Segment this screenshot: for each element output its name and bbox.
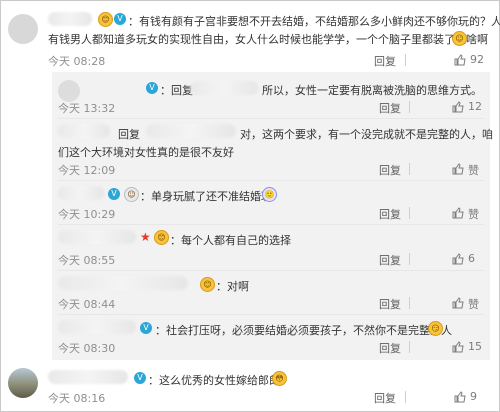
comment-text-line1: ：有钱有颜有子宫非要想不开去结婚，不结婚那么多小鲜肉还不够你玩的？人家 <box>128 15 500 28</box>
emoji-icon: ☺ <box>124 187 139 202</box>
blurred-username <box>58 276 188 290</box>
reply-button[interactable]: 回复 <box>379 252 401 268</box>
comment-text: ：这么优秀的女性嫁给郎郎 <box>148 374 280 387</box>
like-thumb-icon[interactable] <box>452 207 464 219</box>
avatar[interactable] <box>8 14 38 44</box>
reply-button[interactable]: 回复 <box>374 53 396 69</box>
blurred-username <box>190 81 258 95</box>
separator <box>409 341 410 353</box>
reply-button[interactable]: 回复 <box>379 296 401 312</box>
like-thumb-icon[interactable] <box>452 253 464 265</box>
divider <box>58 118 484 119</box>
red-star-icon: ★ <box>140 230 151 244</box>
reply-text-line2: 们这个大环境对女性真的是很不友好 <box>58 146 234 159</box>
vip-badge-icon: V <box>114 13 126 25</box>
blurred-username <box>48 12 92 26</box>
reply-button[interactable]: 回复 <box>379 340 401 356</box>
reply-text: ：社会打压呀，必须要结婚必须要孩子，不然你不是完整的人 <box>155 324 452 337</box>
like-thumb-icon[interactable] <box>452 101 464 113</box>
like-count: 15 <box>468 340 482 353</box>
reply-button[interactable]: 回复 <box>379 100 401 116</box>
avatar[interactable] <box>8 368 38 398</box>
reply-button[interactable]: 回复 <box>379 162 401 178</box>
reply-time: 今天 13:32 <box>58 102 116 115</box>
like-thumb-icon[interactable] <box>454 391 466 403</box>
like-count: 6 <box>468 252 475 265</box>
vip-badge-icon: V <box>146 82 158 94</box>
separator <box>409 101 410 113</box>
separator <box>405 54 406 66</box>
like-thumb-icon[interactable] <box>452 297 464 309</box>
like-label: 赞 <box>468 164 479 177</box>
reply-list <box>52 72 490 360</box>
emoji-icon: 🙂 <box>262 187 277 202</box>
reply-time: 今天 10:29 <box>58 208 116 221</box>
vip-badge-icon: V <box>134 372 146 384</box>
emoji-icon: 😊 <box>200 277 215 292</box>
emoji-smile-icon: ☺ <box>452 31 467 46</box>
reply-text: ：每个人都有自己的选择 <box>170 234 291 247</box>
separator <box>405 391 406 403</box>
reply-text: ：单身玩腻了还不准结婚玩 <box>140 190 272 203</box>
comment-time: 今天 08:16 <box>48 392 106 405</box>
like-thumb-icon[interactable] <box>452 163 464 175</box>
emoji-smile-icon: 😳 <box>272 371 287 386</box>
reply-button[interactable]: 回复 <box>374 390 396 406</box>
reply-avatar[interactable] <box>58 80 80 102</box>
blurred-username <box>58 230 136 244</box>
like-label: 赞 <box>468 298 479 311</box>
separator <box>409 163 410 175</box>
blurred-username <box>58 124 110 138</box>
reply-time: 今天 08:30 <box>58 342 116 355</box>
reply-button[interactable]: 回复 <box>379 206 401 222</box>
blurred-username <box>146 124 236 138</box>
vip-badge-icon: V <box>108 188 120 200</box>
like-thumb-icon[interactable] <box>452 341 464 353</box>
like-count: 12 <box>468 100 482 113</box>
vip-badge-icon: V <box>140 322 152 334</box>
reply-time: 今天 08:44 <box>58 298 116 311</box>
like-label: 赞 <box>468 208 479 221</box>
emoji-icon: 😊 <box>98 12 113 27</box>
divider <box>58 270 484 271</box>
blurred-username <box>58 186 104 200</box>
comment-text-line2: 有钱男人都知道多玩女的实现性自由，女人什么时候也能学学，一个个脑子里都装了些啥啊 <box>48 33 488 46</box>
reply-prefix: ：回复 <box>160 84 193 97</box>
separator <box>409 253 410 265</box>
like-count: 9 <box>470 390 477 403</box>
separator <box>409 297 410 309</box>
emoji-smile-icon: 😏 <box>428 321 443 336</box>
divider <box>58 224 484 225</box>
reply-text: 所以，女性一定要有脱离被洗脑的思维方式。 <box>262 84 482 97</box>
blurred-username <box>48 370 128 384</box>
like-count: 92 <box>470 53 484 66</box>
comment-time: 今天 08:28 <box>48 55 106 68</box>
reply-text-line1: 对，这两个要求，有一个没完成就不是完整的人，咱 <box>240 128 493 141</box>
divider <box>58 180 484 181</box>
emoji-icon: 😊 <box>154 230 169 245</box>
separator <box>409 207 410 219</box>
reply-time: 今天 08:55 <box>58 254 116 267</box>
blurred-username <box>58 320 136 334</box>
reply-text: ：对啊 <box>216 280 249 293</box>
divider <box>58 314 484 315</box>
like-thumb-icon[interactable] <box>454 54 466 66</box>
reply-time: 今天 12:09 <box>58 164 116 177</box>
reply-prefix: 回复 <box>118 128 140 141</box>
